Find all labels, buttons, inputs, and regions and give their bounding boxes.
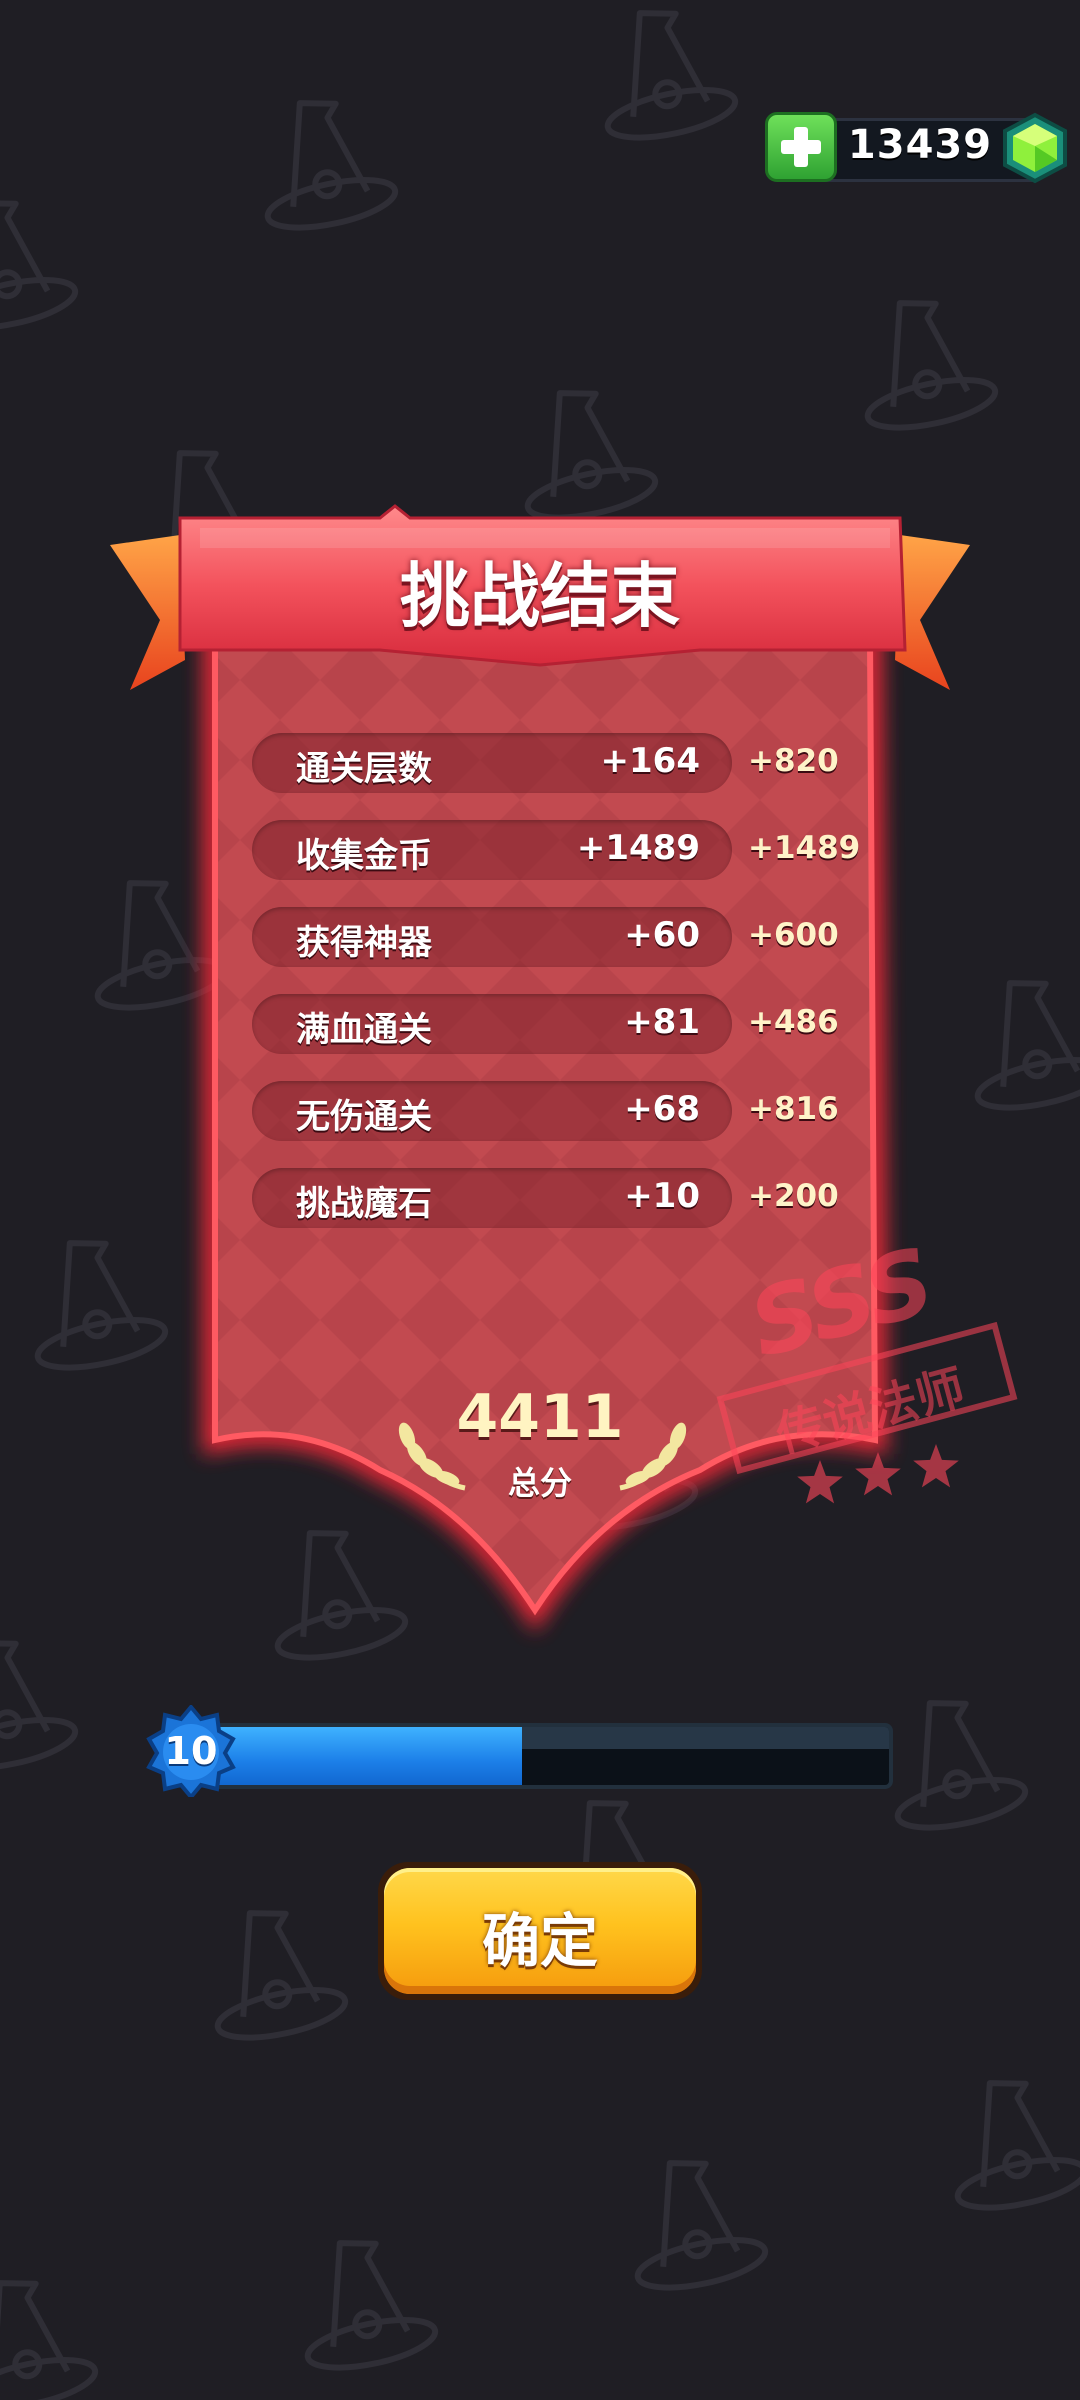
challenge-result-panel: 挑战结束 通关层数 +164 +820 收集金币 +1489 +1489 获得神… bbox=[0, 0, 1080, 1700]
rank-star-icon bbox=[855, 1452, 901, 1496]
row-count: +81 bbox=[624, 1002, 700, 1042]
row-label: 挑战魔石 bbox=[296, 1184, 432, 1224]
rank-stamp: SSS 传说法师 bbox=[710, 1228, 1040, 1530]
row-points: +1489 bbox=[748, 830, 861, 866]
row-label: 获得神器 bbox=[296, 923, 432, 963]
row-count: +164 bbox=[600, 741, 700, 781]
row-points: +486 bbox=[748, 1004, 839, 1040]
total-score-value: 4411 bbox=[456, 1382, 624, 1452]
confirm-button[interactable]: 确定 bbox=[378, 1862, 702, 2000]
score-row-artifacts: 获得神器 +60 +600 bbox=[252, 907, 839, 967]
confirm-label: 确定 bbox=[481, 1907, 598, 1975]
rank-star-icon bbox=[913, 1444, 959, 1488]
score-row-magic-stones: 挑战魔石 +10 +200 bbox=[252, 1168, 839, 1228]
score-row-no-damage-clears: 无伤通关 +68 +816 bbox=[252, 1081, 839, 1141]
row-count: +10 bbox=[624, 1176, 700, 1216]
row-label: 无伤通关 bbox=[296, 1097, 432, 1137]
row-label: 收集金币 bbox=[296, 836, 432, 876]
wizard-hat-icon bbox=[954, 2080, 1080, 2211]
rank-star-icon bbox=[797, 1460, 843, 1504]
row-points: +200 bbox=[748, 1178, 839, 1214]
wizard-hat-icon bbox=[634, 2160, 769, 2291]
rank-stars bbox=[797, 1444, 959, 1504]
row-points: +816 bbox=[748, 1091, 839, 1127]
wizard-hat-icon bbox=[214, 1910, 349, 2041]
wizard-hat-icon bbox=[304, 2240, 439, 2371]
level-progress-track bbox=[205, 1723, 893, 1789]
level-number: 10 bbox=[164, 1729, 218, 1773]
wizard-hat-icon bbox=[0, 2280, 99, 2400]
level-progress-fill bbox=[209, 1727, 522, 1785]
row-label: 通关层数 bbox=[296, 749, 432, 789]
player-level-bar: 10 bbox=[145, 1705, 895, 1797]
row-points: +820 bbox=[748, 743, 839, 779]
panel-title: 挑战结束 bbox=[400, 555, 680, 637]
confirm-button-face: 确定 bbox=[384, 1868, 696, 1994]
row-count: +68 bbox=[624, 1089, 700, 1129]
wizard-hat-icon bbox=[894, 1700, 1029, 1831]
score-row-full-hp-clears: 满血通关 +81 +486 bbox=[252, 994, 839, 1054]
row-label: 满血通关 bbox=[296, 1010, 432, 1050]
score-row-floors: 通关层数 +164 +820 bbox=[252, 733, 839, 793]
row-count: +60 bbox=[624, 915, 700, 955]
total-score-label: 总分 bbox=[507, 1464, 572, 1502]
score-row-coins: 收集金币 +1489 +1489 bbox=[252, 820, 860, 880]
row-points: +600 bbox=[748, 917, 839, 953]
row-count: +1489 bbox=[576, 828, 700, 868]
